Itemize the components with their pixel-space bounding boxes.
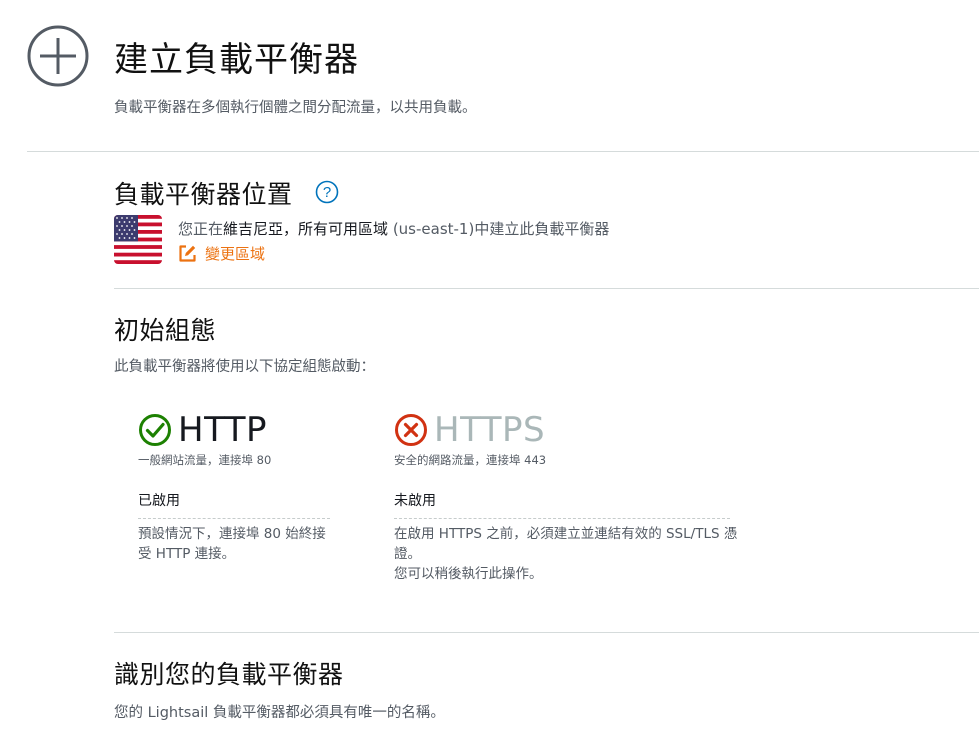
http-name: HTTP <box>178 410 268 450</box>
page-description: 負載平衡器在多個執行個體之間分配流量，以共用負載。 <box>114 100 477 116</box>
plus-circle-icon <box>27 25 89 87</box>
http-protocol-card: HTTP 一般網站流量，連接埠 80 已啟用 預設情況下，連接埠 80 始終接受… <box>138 410 378 564</box>
region-code: (us-east-1) <box>392 220 475 238</box>
help-icon[interactable]: ? <box>315 180 339 204</box>
location-suffix: 中建立此負載平衡器 <box>474 220 610 238</box>
https-name: HTTPS <box>434 410 546 450</box>
https-detail-line1: 在啟用 HTTPS 之前，必須建立並連結有效的 SSL/TLS 憑證。 <box>394 526 738 562</box>
change-region-link[interactable]: 變更區域 <box>178 243 265 264</box>
edit-icon <box>179 245 196 262</box>
change-region-label: 變更區域 <box>205 245 266 263</box>
page-title: 建立負載平衡器 <box>114 40 359 80</box>
https-protocol-card: HTTPS 安全的網路流量，連接埠 443 未啟用 在啟用 HTTPS 之前，必… <box>394 410 737 584</box>
https-detail-line2: 您可以稍後執行此操作。 <box>394 566 543 582</box>
region-name: 維吉尼亞，所有可用區域 <box>223 220 389 238</box>
https-subtitle: 安全的網路流量，連接埠 443 <box>394 453 547 467</box>
check-circle-icon <box>139 414 171 446</box>
config-divider <box>114 632 979 633</box>
https-status: 未啟用 <box>394 490 730 519</box>
initial-config-title: 初始組態 <box>114 316 217 345</box>
identify-section-title: 識別您的負載平衡器 <box>114 660 344 689</box>
identify-description: 您的 Lightsail 負載平衡器都必須具有唯一的名稱。 <box>114 705 445 721</box>
location-divider <box>114 288 979 289</box>
location-section-title: 負載平衡器位置 <box>114 180 293 209</box>
initial-config-description: 此負載平衡器將使用以下協定組態啟動： <box>114 359 375 375</box>
https-detail: 在啟用 HTTPS 之前，必須建立並連結有效的 SSL/TLS 憑證。 您可以稍… <box>394 524 739 584</box>
location-prefix: 您正在 <box>178 220 224 238</box>
svg-text:?: ? <box>323 184 331 201</box>
location-text: 您正在維吉尼亞，所有可用區域 (us-east-1)中建立此負載平衡器 <box>178 218 609 239</box>
us-flag-icon <box>114 215 162 264</box>
http-subtitle: 一般網站流量，連接埠 80 <box>138 453 272 467</box>
create-load-balancer-page: 建立負載平衡器 負載平衡器在多個執行個體之間分配流量，以共用負載。 負載平衡器位… <box>0 0 979 729</box>
http-status: 已啟用 <box>138 490 330 519</box>
http-detail: 預設情況下，連接埠 80 始終接受 HTTP 連接。 <box>138 526 326 562</box>
header-divider <box>27 151 979 152</box>
x-circle-icon <box>395 414 427 446</box>
